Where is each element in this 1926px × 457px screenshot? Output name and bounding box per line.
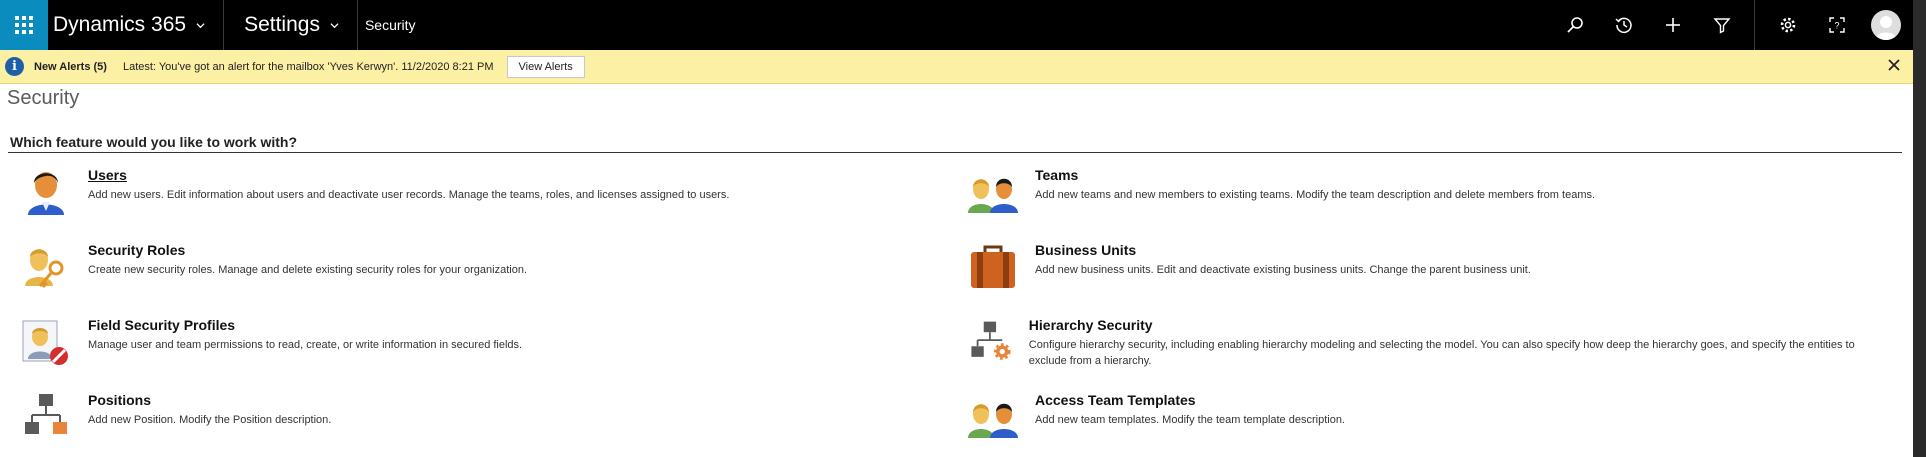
feature-title[interactable]: Business Units: [1035, 242, 1531, 258]
area-menu[interactable]: Settings: [224, 0, 358, 50]
team-icon: [968, 178, 1018, 213]
feature-description: Add new Position. Modify the Position de…: [88, 414, 332, 426]
recent-button[interactable]: [1599, 0, 1648, 50]
divider: [1754, 0, 1755, 50]
area-name: Settings: [244, 13, 320, 36]
feature-security-roles: Security Roles Create new security roles…: [20, 240, 920, 292]
feature-business-units: Business Units Add new business units. E…: [967, 240, 1867, 292]
app-name-menu[interactable]: Dynamics 365: [48, 0, 225, 50]
alert-bar: i New Alerts (5) Latest: You've got an a…: [0, 50, 1913, 84]
feature-title[interactable]: Positions: [88, 392, 331, 408]
help-button[interactable]: ?: [1812, 0, 1861, 50]
help-icon: ?: [1828, 17, 1845, 33]
briefcase-icon: [971, 245, 1015, 288]
search-icon: [1566, 17, 1583, 33]
hierarchy-gear-icon: [971, 321, 1011, 360]
waffle-icon: [15, 16, 33, 34]
app-name: Dynamics 365: [53, 13, 187, 36]
field-security-icon: [22, 320, 68, 365]
feature-title[interactable]: Users: [88, 167, 729, 183]
app-launcher-button[interactable]: [0, 0, 48, 50]
recent-icon: [1615, 17, 1632, 34]
feature-description: Add new business units. Edit and deactiv…: [1035, 264, 1531, 276]
user-icon: [28, 172, 64, 215]
feature-title[interactable]: Hierarchy Security: [1029, 317, 1867, 333]
breadcrumb[interactable]: Security: [358, 17, 416, 33]
chevron-down-icon: [330, 22, 339, 28]
feature-title[interactable]: Security Roles: [88, 242, 527, 258]
close-icon[interactable]: [1887, 58, 1901, 72]
hierarchy-icon: [25, 394, 67, 434]
info-icon: i: [5, 57, 24, 76]
feature-description: Add new users. Edit information about us…: [88, 189, 730, 201]
feature-access-team-templates: Access Team Templates Add new team templ…: [967, 390, 1867, 442]
feature-field-security-profiles: Field Security Profiles Manage user and …: [20, 315, 920, 367]
window-edge: [1913, 0, 1926, 457]
top-navigation-bar: Dynamics 365 Settings Security ?: [0, 0, 1913, 50]
chevron-down-icon: [196, 22, 205, 28]
feature-hierarchy-security: Hierarchy Security Configure hierarchy s…: [967, 315, 1867, 369]
user-avatar-icon: [1875, 16, 1897, 40]
feature-teams: Teams Add new teams and new members to e…: [967, 165, 1867, 217]
feature-description: Create new security roles. Manage and de…: [88, 264, 528, 276]
divider: [8, 152, 1902, 153]
feature-description: Add new team templates. Modify the team …: [1035, 414, 1345, 426]
alert-message: Latest: You've got an alert for the mail…: [122, 60, 494, 73]
feature-title[interactable]: Field Security Profiles: [88, 317, 522, 333]
feature-description: Manage user and team permissions to read…: [88, 339, 523, 351]
team-template-icon: [968, 403, 1018, 438]
section-heading: Which feature would you like to work wit…: [10, 134, 298, 150]
feature-positions: Positions Add new Position. Modify the P…: [20, 390, 920, 442]
feature-description: Configure hierarchy security, including …: [1028, 339, 1855, 367]
feature-title[interactable]: Teams: [1035, 167, 1595, 183]
avatar[interactable]: [1871, 10, 1901, 40]
feature-description: Add new teams and new members to existin…: [1035, 189, 1596, 201]
view-alerts-button[interactable]: View Alerts: [506, 55, 585, 78]
new-button[interactable]: [1648, 0, 1697, 50]
svg-text:?: ?: [1834, 21, 1839, 31]
feature-users: Users Add new users. Edit information ab…: [20, 165, 920, 217]
search-button[interactable]: [1550, 0, 1599, 50]
page-title: Security: [7, 87, 80, 109]
security-role-icon: [25, 249, 64, 289]
filter-icon: [1712, 18, 1731, 34]
alert-title: New Alerts (5): [34, 60, 107, 73]
feature-title[interactable]: Access Team Templates: [1035, 392, 1345, 408]
filter-button[interactable]: [1697, 0, 1746, 50]
settings-button[interactable]: [1763, 0, 1812, 50]
settings-icon: [1780, 17, 1795, 33]
nav-actions: ?: [1550, 0, 1913, 50]
new-icon: [1665, 18, 1680, 32]
